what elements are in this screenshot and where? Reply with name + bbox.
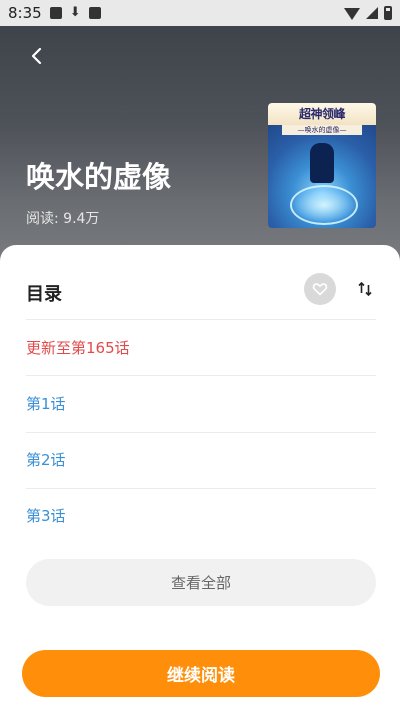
divider — [26, 432, 376, 433]
divider — [26, 319, 376, 320]
view-all-button[interactable]: 查看全部 — [26, 559, 376, 606]
cover-figure — [310, 143, 334, 183]
chapter-item-3[interactable]: 第3话 — [26, 496, 376, 536]
app-notification-icon — [88, 7, 101, 19]
sort-button[interactable] — [354, 276, 376, 302]
battery-icon — [384, 6, 392, 20]
signal-icon — [366, 7, 378, 19]
toc-title: 目录 — [26, 284, 62, 305]
download-icon: ⬇ — [69, 5, 81, 20]
read-count: 阅读: 9.4万 — [26, 211, 100, 227]
status-bar: 8:35 ⬇ — [0, 0, 400, 26]
chevron-left-icon — [31, 47, 42, 65]
toc-header: 目录 — [26, 272, 376, 312]
chapter-item-1[interactable]: 第1话 — [26, 384, 376, 424]
sort-arrows-icon — [358, 281, 372, 297]
divider — [26, 375, 376, 376]
cover-subtitle: —唤水的虚像— — [282, 125, 362, 135]
wifi-icon — [344, 8, 360, 20]
back-button[interactable] — [24, 42, 50, 70]
status-left: 8:35 ⬇ — [8, 4, 101, 22]
continue-reading-button[interactable]: 继续阅读 — [22, 650, 380, 697]
book-title: 唤水的虚像 — [26, 160, 172, 194]
divider — [26, 488, 376, 489]
latest-chapter-link[interactable]: 更新至第165话 — [26, 328, 376, 368]
status-right — [344, 6, 392, 20]
cover-title: 超神领峰 — [268, 103, 376, 125]
favorite-button[interactable] — [304, 273, 336, 305]
status-time: 8:35 — [8, 4, 42, 22]
heart-icon — [312, 283, 328, 296]
chapter-item-2[interactable]: 第2话 — [26, 440, 376, 480]
book-cover[interactable]: 超神领峰 —唤水的虚像— — [268, 103, 376, 228]
image-notification-icon — [49, 7, 62, 19]
cover-glow — [290, 185, 358, 225]
